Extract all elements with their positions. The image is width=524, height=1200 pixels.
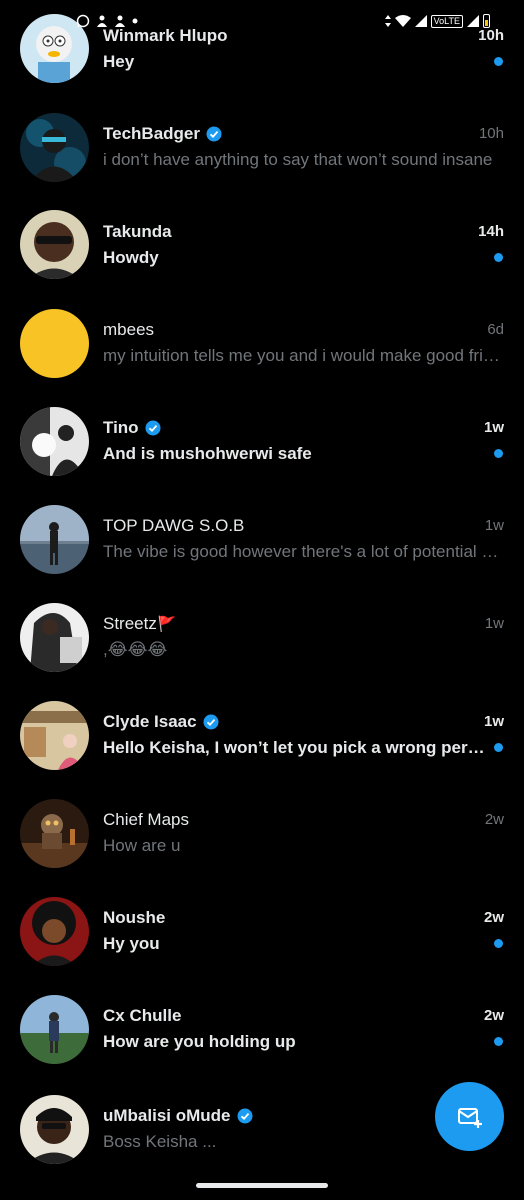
- unread-dot: [494, 449, 503, 458]
- verified-badge-icon: [237, 1108, 252, 1124]
- avatar[interactable]: [20, 309, 89, 378]
- conversation-row[interactable]: Takunda 14h Howdy: [0, 196, 524, 294]
- message-preview: And is mushohwerwi safe: [103, 444, 312, 463]
- avatar[interactable]: [20, 210, 89, 279]
- avatar[interactable]: [20, 897, 89, 966]
- avatar[interactable]: [20, 995, 89, 1064]
- conversation-row[interactable]: Cx Chulle 2w How are you holding up: [0, 980, 524, 1078]
- conversation-header: Clyde Isaac 1w: [103, 711, 504, 733]
- conversation-row[interactable]: Noushe 2w Hy you: [0, 882, 524, 980]
- conversation-row[interactable]: TechBadger 10h i don’t have anything to …: [0, 98, 524, 196]
- message-preview: Hy you: [103, 934, 160, 953]
- message-preview: Hello Keisha, I won’t let you pick a wro…: [103, 738, 494, 757]
- message-preview: How are u: [103, 836, 181, 855]
- contact-name: uMbalisi oMude: [103, 1106, 231, 1125]
- verified-badge-icon: [145, 420, 161, 436]
- contact-name: Cx Chulle: [103, 1006, 182, 1025]
- conversation-row[interactable]: mbees 6d my intuition tells me you and i…: [0, 294, 524, 392]
- verified-badge-icon: [203, 714, 219, 730]
- conversation-header: Streetz 🚩 1w: [103, 613, 504, 635]
- avatar[interactable]: [20, 1095, 89, 1164]
- timestamp: 1w: [484, 517, 504, 534]
- unread-dot: [494, 743, 503, 752]
- conversation-row[interactable]: Chief Maps 2w How are u: [0, 784, 524, 882]
- timestamp: 14h: [478, 223, 504, 240]
- timestamp: 1w: [483, 419, 504, 436]
- conversation-header: Chief Maps 2w: [103, 809, 504, 831]
- message-preview: i don’t have anything to say that won’t …: [103, 150, 493, 169]
- timestamp: 2w: [483, 1007, 504, 1024]
- conversation-row[interactable]: Streetz 🚩 1w ,😂😂😂: [0, 588, 524, 686]
- conversation-header: Noushe 2w: [103, 907, 504, 929]
- message-preview: ,😂😂😂: [103, 640, 168, 659]
- contact-name: mbees: [103, 320, 155, 339]
- conversation-header: Tino 1w: [103, 417, 504, 439]
- avatar[interactable]: [20, 407, 89, 476]
- contact-name: Streetz: [103, 614, 157, 633]
- timestamp: 1w: [484, 615, 504, 632]
- contact-name: Tino: [103, 418, 139, 437]
- conversation-header: mbees 6d: [103, 319, 504, 341]
- avatar[interactable]: [20, 14, 89, 83]
- contact-name: Winmark Hlupo: [103, 26, 228, 45]
- unread-dot: [494, 939, 503, 948]
- unread-dot: [494, 253, 503, 262]
- verified-badge-icon: [206, 126, 222, 142]
- new-message-icon: [457, 1107, 482, 1128]
- message-preview: my intuition tells me you and i would ma…: [103, 346, 500, 365]
- avatar[interactable]: [20, 799, 89, 868]
- timestamp: 10h: [478, 27, 504, 44]
- message-preview: How are you holding up: [103, 1032, 296, 1051]
- flag-emoji: 🚩: [157, 616, 177, 633]
- contact-name: Noushe: [103, 908, 166, 927]
- unread-dot: [494, 57, 503, 66]
- contact-name: TechBadger: [103, 124, 200, 143]
- contact-name: Clyde Isaac: [103, 712, 197, 731]
- conversation-row[interactable]: Winmark Hlupo 10h Hey: [0, 0, 524, 98]
- contact-name: Takunda: [103, 222, 172, 241]
- avatar[interactable]: [20, 701, 89, 770]
- conversation-row[interactable]: TOP DAWG S.O.B 1w The vibe is good howev…: [0, 490, 524, 588]
- conversation-header: TOP DAWG S.O.B 1w: [103, 515, 504, 537]
- timestamp: 6d: [487, 321, 504, 338]
- unread-dot: [494, 1037, 503, 1046]
- conversation-row[interactable]: Tino 1w And is mushohwerwi safe: [0, 392, 524, 490]
- conversation-row[interactable]: Clyde Isaac 1w Hello Keisha, I won’t let…: [0, 686, 524, 784]
- timestamp: 2w: [483, 909, 504, 926]
- avatar[interactable]: [20, 505, 89, 574]
- timestamp: 1w: [483, 713, 504, 730]
- avatar[interactable]: [20, 113, 89, 182]
- message-preview: Hey: [103, 52, 135, 71]
- conversation-header: Takunda 14h: [103, 221, 504, 243]
- contact-name: TOP DAWG S.O.B: [103, 516, 245, 535]
- timestamp: 2w: [484, 811, 504, 828]
- new-message-button[interactable]: [435, 1082, 504, 1151]
- timestamp: 10h: [478, 125, 504, 142]
- conversation-header: Winmark Hlupo 10h: [103, 25, 504, 47]
- message-preview: The vibe is good however there's a lot o…: [103, 542, 500, 561]
- conversation-header: Cx Chulle 2w: [103, 1005, 504, 1027]
- home-indicator[interactable]: [196, 1183, 328, 1188]
- avatar[interactable]: [20, 603, 89, 672]
- message-preview: Howdy: [103, 248, 159, 267]
- conversation-header: TechBadger 10h: [103, 123, 504, 145]
- contact-name: Chief Maps: [103, 810, 189, 829]
